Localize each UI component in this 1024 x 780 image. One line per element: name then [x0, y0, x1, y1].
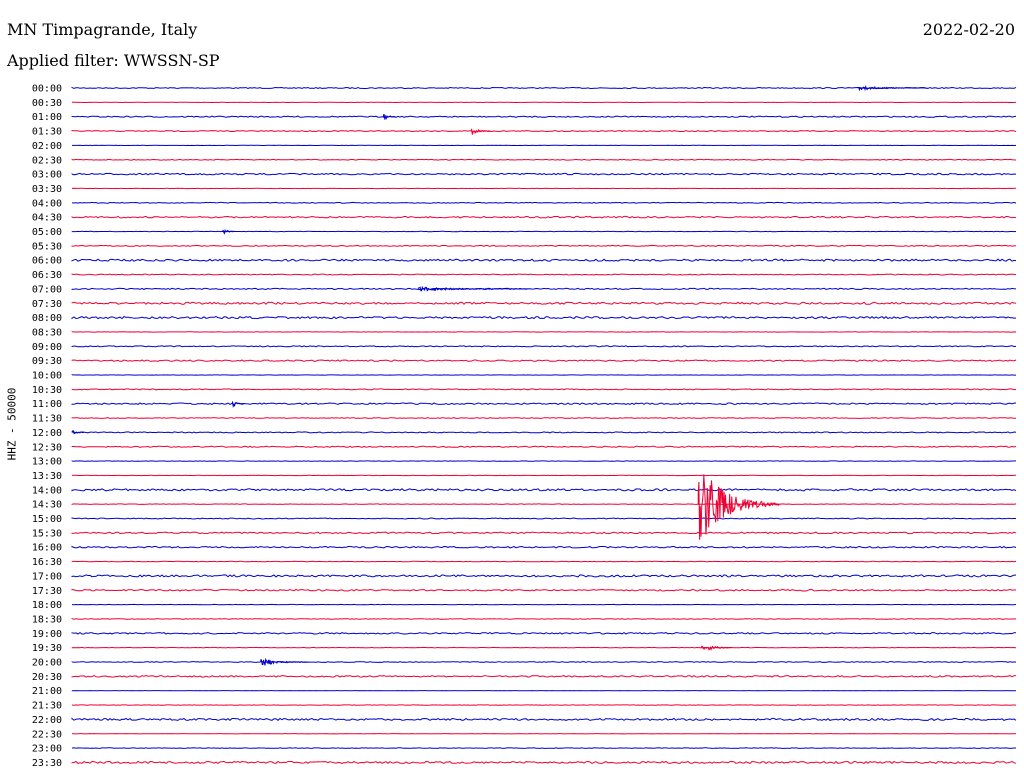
trace-line	[71, 631, 1017, 635]
row-time-label: 01:30	[32, 127, 62, 138]
trace-line	[71, 130, 1017, 133]
row-time-label: 06:00	[32, 256, 62, 267]
row-time-label: 02:30	[32, 155, 62, 166]
row-time-label: 04:30	[32, 213, 62, 224]
trace-line	[71, 574, 1016, 578]
trace-line	[71, 646, 1017, 649]
trace-line	[71, 115, 1017, 118]
trace-line	[71, 503, 1017, 505]
trace-line	[71, 201, 1017, 204]
trace-line	[71, 717, 1017, 722]
row-time-label: 09:30	[32, 356, 62, 367]
trace-line	[71, 359, 1017, 362]
row-time-label: 10:30	[32, 385, 62, 396]
row-time-label: 03:00	[32, 170, 62, 181]
row-time-label: 15:30	[32, 528, 62, 539]
trace-line	[71, 531, 1017, 535]
trace-line	[71, 287, 1017, 291]
row-time-label: 06:30	[32, 270, 62, 281]
row-time-label: 08:00	[32, 313, 62, 324]
trace-line	[71, 417, 1017, 419]
row-time-label: 04:00	[32, 198, 62, 209]
seismic-event-burst	[700, 645, 733, 652]
row-time-label: 09:00	[32, 342, 62, 353]
trace-line	[71, 545, 1017, 549]
trace-line	[71, 345, 1017, 348]
row-time-label: 02:00	[32, 141, 62, 152]
row-time-label: 00:30	[32, 98, 62, 109]
trace-line	[71, 273, 1017, 276]
trace-line	[71, 244, 1017, 247]
row-time-label: 03:30	[32, 184, 62, 195]
trace-line	[71, 588, 1016, 592]
row-time-label: 15:00	[32, 514, 62, 525]
row-time-label: 05:30	[32, 241, 62, 252]
seismic-event-burst	[417, 285, 528, 292]
trace-line	[71, 674, 1017, 678]
trace-line	[71, 517, 1017, 520]
row-time-label: 19:30	[32, 643, 62, 654]
trace-line	[71, 560, 1017, 563]
row-time-label: 14:30	[32, 500, 62, 511]
seismic-event-burst	[858, 85, 928, 92]
row-time-label: 19:00	[32, 629, 62, 640]
row-time-label: 01:00	[32, 112, 62, 123]
row-time-label: 07:30	[32, 299, 62, 310]
trace-line	[71, 172, 1017, 176]
row-time-label: 00:00	[32, 84, 62, 95]
row-time-label: 20:00	[32, 658, 62, 669]
trace-line	[71, 215, 1017, 219]
trace-line	[71, 258, 1017, 262]
seismic-event-burst	[383, 114, 396, 120]
trace-line	[71, 388, 1017, 391]
seismic-event-burst	[222, 228, 235, 235]
row-time-label: 17:00	[32, 571, 62, 582]
row-time-label: 21:30	[32, 701, 62, 712]
trace-line	[71, 445, 1017, 448]
trace-line	[71, 488, 1017, 492]
row-time-label: 23:00	[32, 744, 62, 755]
seismic-event-burst	[71, 430, 84, 435]
row-time-label: 13:30	[32, 471, 62, 482]
trace-line	[71, 661, 1017, 663]
trace-line	[71, 315, 1016, 320]
row-time-label: 17:30	[32, 586, 62, 597]
trace-line	[71, 158, 1017, 161]
seismic-event-burst	[471, 128, 490, 135]
seismic-event-burst	[697, 474, 780, 540]
row-time-label: 12:00	[32, 428, 62, 439]
trace-group: 00:00 00:30 01:00 01:30 02:00 02:30 03:00 03:30…	[32, 84, 1017, 769]
row-time-label: 10:00	[32, 371, 62, 382]
row-time-label: 07:00	[32, 284, 62, 295]
trace-line	[71, 618, 1017, 620]
trace-line	[71, 431, 1017, 434]
row-time-label: 13:00	[32, 457, 62, 468]
row-time-label: 23:30	[32, 758, 62, 769]
row-time-label: 11:00	[32, 399, 62, 410]
row-time-label: 12:30	[32, 442, 62, 453]
trace-line	[71, 402, 1017, 405]
row-time-label: 22:30	[32, 729, 62, 740]
trace-line	[71, 760, 1017, 765]
row-time-label: 16:30	[32, 557, 62, 568]
row-time-label: 21:00	[32, 686, 62, 697]
row-time-label: 18:00	[32, 600, 62, 611]
row-time-label: 16:00	[32, 543, 62, 554]
row-time-label: 20:30	[32, 672, 62, 683]
row-time-label: 05:00	[32, 227, 62, 238]
row-time-label: 08:30	[32, 327, 62, 338]
row-time-label: 11:30	[32, 414, 62, 425]
row-time-label: 18:30	[32, 614, 62, 625]
helicorder-plot: 00:00 00:30 01:00 01:30 02:00 02:30 03:00 03:30…	[32, 84, 1017, 769]
row-time-label: 22:00	[32, 715, 62, 726]
row-time-label: 14:00	[32, 485, 62, 496]
trace-line	[71, 747, 1016, 749]
trace-line	[71, 301, 1017, 305]
